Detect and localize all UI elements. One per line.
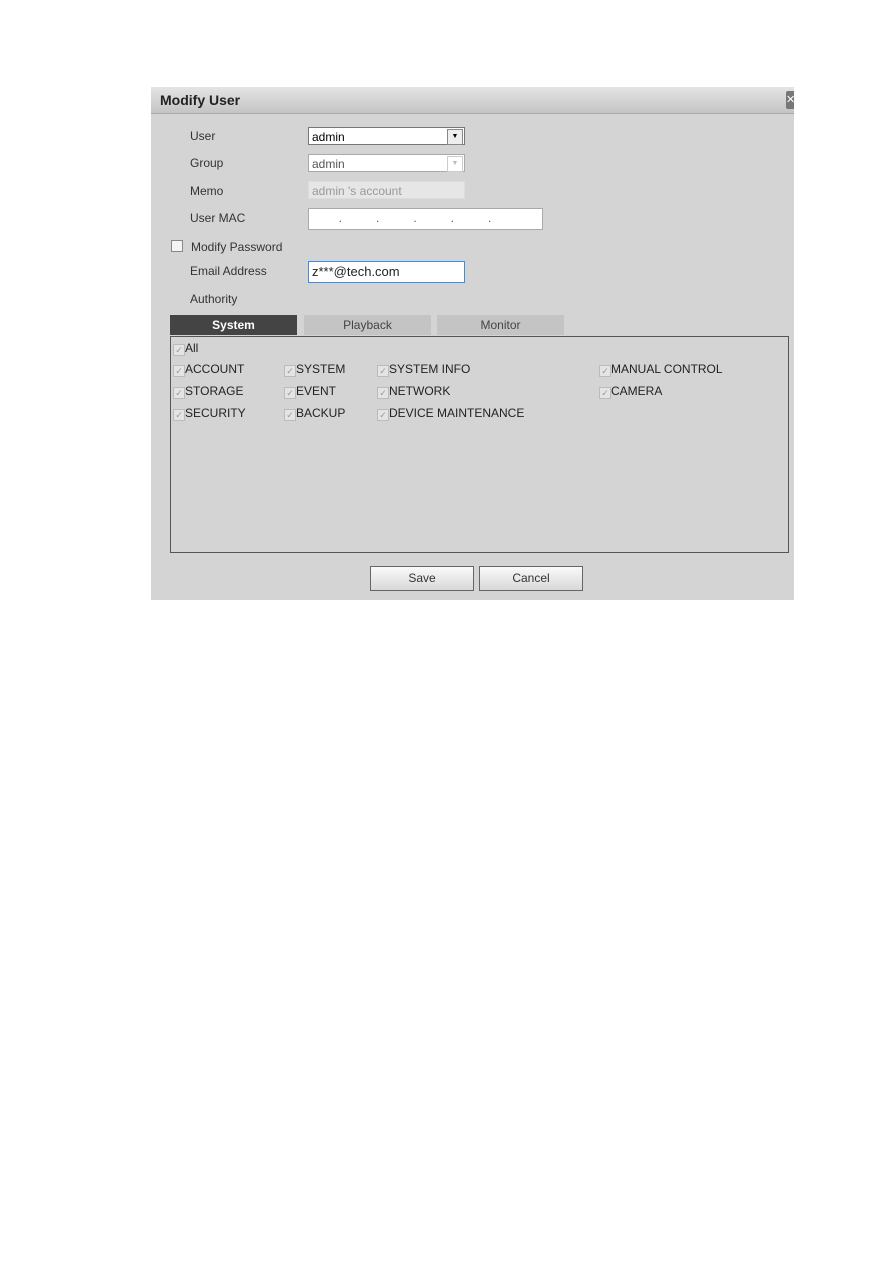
user-mac-input[interactable]: . . . . . (308, 208, 543, 230)
group-label: Group (190, 156, 224, 170)
tab-system[interactable]: System (170, 315, 297, 335)
checkbox[interactable]: ✓ (599, 365, 611, 377)
perm-all[interactable]: ✓ All (173, 341, 198, 356)
chevron-down-icon[interactable]: ▼ (447, 156, 463, 172)
group-value: admin (312, 157, 345, 171)
perm-storage[interactable]: ✓ STORAGE (173, 384, 243, 399)
perm-label: EVENT (296, 384, 337, 398)
memo-input[interactable]: admin 's account (308, 181, 465, 199)
perm-label: DEVICE MAINTENANCE (389, 406, 525, 420)
email-input[interactable]: z***@tech.com (308, 261, 465, 283)
perm-manual-control[interactable]: ✓ MANUAL CONTROL (599, 362, 723, 377)
user-label: User (190, 129, 216, 143)
checkbox[interactable]: ✓ (599, 387, 611, 399)
user-mac-label: User MAC (190, 211, 246, 225)
permissions-panel: ✓ All ✓ ACCOUNT ✓ SYSTEM ✓ SYSTEM INFO ✓ MANUAL … (170, 336, 789, 553)
checkbox[interactable]: ✓ (173, 344, 185, 356)
checkbox[interactable]: ✓ (284, 387, 296, 399)
checkbox[interactable]: ✓ (377, 409, 389, 421)
authority-label: Authority (190, 292, 238, 306)
perm-system-info[interactable]: ✓ SYSTEM INFO (377, 362, 470, 377)
modify-password-row[interactable]: Modify Password (171, 240, 282, 254)
perm-security[interactable]: ✓ SECURITY (173, 406, 246, 421)
close-icon[interactable]: ✕ (786, 91, 794, 109)
modify-password-checkbox[interactable] (171, 240, 183, 252)
perm-label: STORAGE (185, 384, 244, 398)
perm-label: ACCOUNT (185, 362, 245, 376)
tab-monitor[interactable]: Monitor (437, 315, 564, 335)
perm-event[interactable]: ✓ EVENT (284, 384, 336, 399)
perm-label: MANUAL CONTROL (611, 362, 723, 376)
perm-label: BACKUP (296, 406, 346, 420)
save-button[interactable]: Save (370, 566, 474, 591)
modify-password-label: Modify Password (191, 240, 283, 254)
email-label: Email Address (190, 264, 267, 278)
perm-backup[interactable]: ✓ BACKUP (284, 406, 345, 421)
dialog-title: Modify User (151, 87, 794, 114)
checkbox[interactable]: ✓ (377, 365, 389, 377)
checkbox[interactable]: ✓ (173, 409, 185, 421)
cancel-button[interactable]: Cancel (479, 566, 583, 591)
tab-playback[interactable]: Playback (304, 315, 431, 335)
perm-label: SYSTEM INFO (389, 362, 471, 376)
perm-label: NETWORK (389, 384, 451, 398)
checkbox[interactable]: ✓ (377, 387, 389, 399)
perm-device-maintenance[interactable]: ✓ DEVICE MAINTENANCE (377, 406, 524, 421)
checkbox[interactable]: ✓ (173, 387, 185, 399)
perm-label: SECURITY (185, 406, 246, 420)
checkbox[interactable]: ✓ (173, 365, 185, 377)
modify-user-dialog: Modify User ✕ User admin ▼ Group admin ▼ M… (151, 87, 794, 600)
perm-network[interactable]: ✓ NETWORK (377, 384, 450, 399)
chevron-down-icon[interactable]: ▼ (447, 129, 463, 145)
perm-label: CAMERA (611, 384, 663, 398)
perm-system[interactable]: ✓ SYSTEM (284, 362, 345, 377)
checkbox[interactable]: ✓ (284, 365, 296, 377)
perm-camera[interactable]: ✓ CAMERA (599, 384, 662, 399)
perm-label: All (185, 341, 199, 355)
user-value: admin (312, 130, 345, 144)
checkbox[interactable]: ✓ (284, 409, 296, 421)
perm-label: SYSTEM (296, 362, 346, 376)
perm-account[interactable]: ✓ ACCOUNT (173, 362, 244, 377)
memo-label: Memo (190, 184, 224, 198)
group-select[interactable]: admin ▼ (308, 154, 465, 172)
user-select[interactable]: admin ▼ (308, 127, 465, 145)
